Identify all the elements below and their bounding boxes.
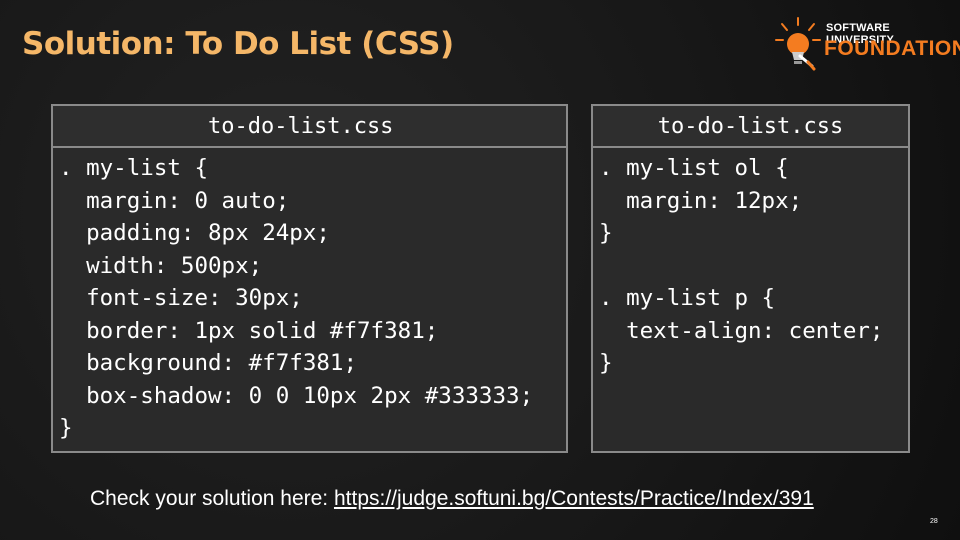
left-code-panel: to-do-list.css . my-list { margin: 0 aut… [51, 104, 568, 453]
page-number: 28 [930, 518, 938, 525]
slide-title: Solution: To Do List (CSS) [22, 26, 454, 62]
judge-link[interactable]: https://judge.softuni.bg/Contests/Practi… [334, 487, 814, 510]
left-panel-code: . my-list { margin: 0 auto; padding: 8px… [59, 155, 534, 441]
softuni-foundation-logo: SOFTWARE UNIVERSITY FOUNDATION [770, 14, 960, 74]
lightbulb-logo-icon [775, 17, 821, 71]
check-solution-text: Check your solution here: https://judge.… [90, 487, 814, 511]
logo-text-main: FOUNDATION [824, 37, 960, 60]
left-panel-filename: to-do-list.css [53, 106, 566, 148]
right-panel-filename: to-do-list.css [593, 106, 908, 148]
right-panel-code: . my-list ol { margin: 12px; } . my-list… [599, 155, 884, 376]
check-solution-prefix: Check your solution here: [90, 487, 334, 510]
right-code-panel: to-do-list.css . my-list ol { margin: 12… [591, 104, 910, 453]
